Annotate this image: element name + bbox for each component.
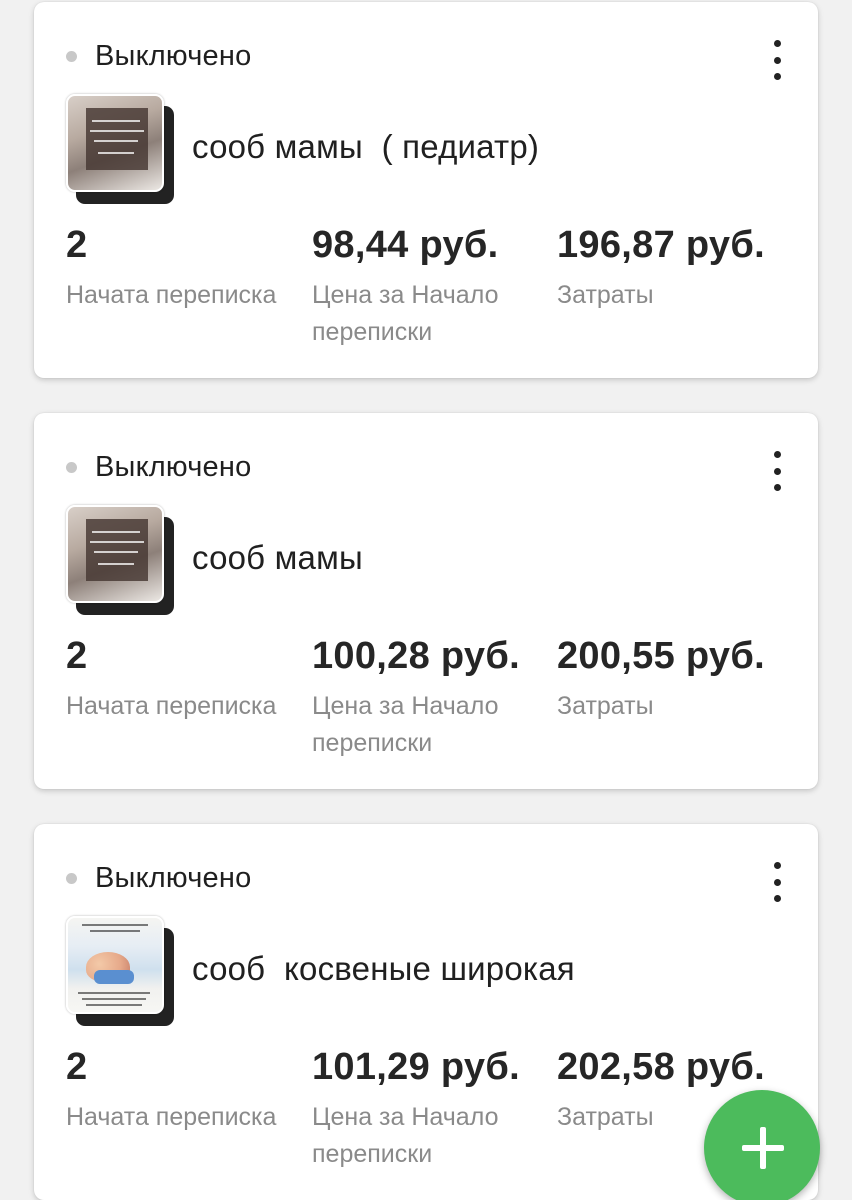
metric-spend: 200,55 руб. Затраты [557, 635, 777, 725]
metric-value: 98,44 руб. [312, 224, 499, 266]
metrics-row: 2 Начата переписка 101,29 руб. Цена за Н… [66, 1046, 806, 1186]
status-text: Выключено [95, 451, 252, 483]
more-vertical-icon[interactable] [766, 40, 788, 80]
more-vertical-icon[interactable] [766, 451, 788, 491]
ad-thumbnail [66, 916, 178, 1028]
metric-label: Цена за Начало переписки [312, 281, 499, 346]
metric-value: 200,55 руб. [557, 635, 765, 677]
metric-label: Затраты [557, 281, 654, 309]
metric-value: 100,28 руб. [312, 635, 520, 677]
metrics-row: 2 Начата переписка 98,44 руб. Цена за На… [66, 224, 806, 364]
metric-value: 196,87 руб. [557, 224, 765, 266]
ad-thumbnail [66, 94, 178, 206]
metric-value: 202,58 руб. [557, 1046, 765, 1088]
status-text: Выключено [95, 40, 252, 72]
ad-title: сооб косвеные широкая [192, 950, 575, 987]
add-button[interactable] [704, 1090, 820, 1200]
metric-conversations: 2 Начата переписка [66, 1046, 286, 1136]
more-vertical-icon[interactable] [766, 862, 788, 902]
metric-label: Начата переписка [66, 281, 277, 309]
status-row: Выключено [66, 451, 251, 484]
campaign-list: Выключено сооб мамы ( педиатр) 2 Начата … [0, 0, 852, 1200]
metric-label: Цена за Начало переписки [312, 1103, 499, 1168]
metric-value: 2 [66, 224, 88, 266]
metric-conversations: 2 Начата переписка [66, 635, 286, 725]
status-row: Выключено [66, 862, 251, 895]
metric-spend: 196,87 руб. Затраты [557, 224, 777, 314]
status-dot-icon [66, 873, 77, 884]
ad-card[interactable]: Выключено сооб косвеные широкая 2 Начата… [34, 824, 818, 1200]
ad-title: сооб мамы [192, 539, 363, 576]
ad-card[interactable]: Выключено сооб мамы ( педиатр) 2 Начата … [34, 2, 818, 378]
metric-value: 2 [66, 1046, 88, 1088]
metric-label: Начата переписка [66, 692, 277, 720]
status-dot-icon [66, 462, 77, 473]
ad-thumbnail [66, 505, 178, 617]
ad-title: сооб мамы ( педиатр) [192, 128, 540, 165]
metric-cost-per-conversation: 101,29 руб. Цена за Начало переписки [312, 1046, 532, 1173]
status-dot-icon [66, 51, 77, 62]
metric-label: Цена за Начало переписки [312, 692, 499, 757]
metric-conversations: 2 Начата переписка [66, 224, 286, 314]
metric-value: 101,29 руб. [312, 1046, 520, 1088]
ad-card[interactable]: Выключено сооб мамы 2 Начата переписка 1… [34, 413, 818, 789]
metrics-row: 2 Начата переписка 100,28 руб. Цена за Н… [66, 635, 806, 775]
metric-cost-per-conversation: 100,28 руб. Цена за Начало переписки [312, 635, 532, 762]
metric-label: Начата переписка [66, 1103, 277, 1131]
status-row: Выключено [66, 40, 251, 73]
metric-label: Затраты [557, 692, 654, 720]
metric-value: 2 [66, 635, 88, 677]
status-text: Выключено [95, 862, 252, 894]
metric-cost-per-conversation: 98,44 руб. Цена за Начало переписки [312, 224, 532, 351]
